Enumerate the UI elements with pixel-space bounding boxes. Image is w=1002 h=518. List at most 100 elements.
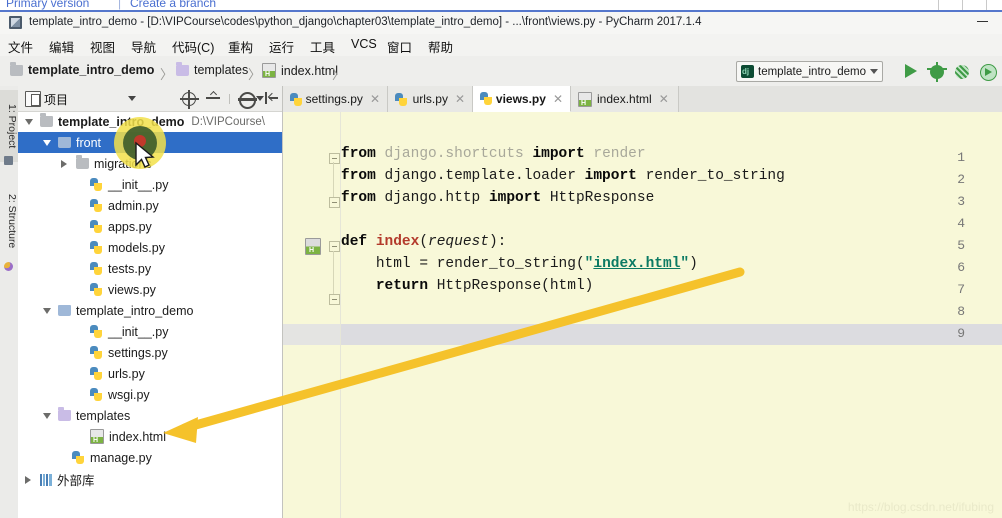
tree-item-tests-py[interactable]: tests.py (18, 258, 282, 279)
fold-marker-function[interactable] (329, 241, 340, 252)
html-file-icon (262, 63, 276, 78)
menu-item-code[interactable]: 代码(C) (172, 37, 214, 56)
tree-item-label: urls.py (108, 366, 145, 381)
coverage-icon (955, 65, 969, 79)
tree-item-external-libraries[interactable]: 外部库 (18, 469, 282, 490)
close-icon[interactable]: ✕ (370, 92, 380, 106)
tree-item-front[interactable]: front (18, 132, 282, 153)
python-file-icon (90, 367, 103, 380)
chevron-down-icon (870, 69, 879, 74)
menu-item-vcs[interactable]: VCS (351, 37, 377, 51)
tree-item-manage-py[interactable]: manage.py (18, 447, 282, 468)
tree-item-migrations[interactable]: migrations (18, 153, 282, 174)
fold-marker-imports[interactable] (329, 153, 340, 164)
chevron-down-icon[interactable] (43, 307, 51, 314)
menu-item-tools[interactable]: 工具 (310, 37, 335, 56)
settings-button[interactable] (238, 91, 257, 109)
tree-item-models-py[interactable]: models.py (18, 237, 282, 258)
tree-item-label: __init__.py (108, 177, 169, 192)
tab-index-html[interactable]: index.html ✕ (571, 86, 679, 112)
tree-item-admin-py[interactable]: admin.py (18, 195, 282, 216)
minimize-button[interactable] (977, 21, 988, 22)
close-icon[interactable]: ✕ (455, 92, 465, 106)
menu-item-edit[interactable]: 编辑 (49, 37, 74, 56)
coverage-button[interactable] (954, 63, 971, 80)
code-editor[interactable]: 1 2 3 4 5 6 7 8 9 from django.shortcuts … (283, 112, 1002, 518)
browser-strip-right-text[interactable]: Create a branch (130, 0, 216, 10)
chevron-down-icon[interactable] (43, 139, 51, 146)
tab-views-py[interactable]: views.py ✕ (473, 86, 571, 112)
target-icon (180, 90, 199, 109)
code-line-7: return HttpResponse(html) (375, 278, 594, 294)
chevron-down-icon[interactable] (128, 96, 136, 101)
code-text-area[interactable]: from django.shortcuts import render from… (341, 112, 1002, 518)
tree-item-templates[interactable]: templates (18, 405, 282, 426)
breadcrumb-item-index-html[interactable]: index.html (262, 63, 338, 78)
sidebar-item-structure[interactable]: 2: Structure (0, 178, 18, 264)
debug-button[interactable] (927, 62, 947, 82)
scroll-from-source-button[interactable] (180, 90, 199, 109)
tab-label: settings.py (305, 92, 363, 106)
html-template-marker-icon[interactable] (305, 238, 321, 255)
templates-folder-icon (58, 407, 71, 421)
tree-item-label: tests.py (108, 261, 152, 276)
tree-item-template-intro-demo-pkg[interactable]: template_intro_demo (18, 300, 282, 321)
menu-item-run[interactable]: 运行 (269, 37, 294, 56)
breadcrumb-item-project[interactable]: template_intro_demo (10, 61, 154, 77)
project-tree[interactable]: template_intro_demo D:\VIPCourse\ front … (18, 111, 282, 518)
browser-strip: Primary version | Create a branch (0, 0, 1002, 12)
menu-bar: 文件 编辑 视图 导航 代码(C) 重构 运行 工具 VCS 窗口 帮助 (0, 34, 1002, 57)
browser-strip-left-text[interactable]: Primary version (6, 0, 89, 10)
chevron-right-icon[interactable] (25, 475, 31, 484)
menu-item-window[interactable]: 窗口 (387, 37, 412, 56)
tool-window-bar-left: 1: Project 2: Structure (0, 86, 19, 518)
fold-marker-imports-end[interactable] (329, 197, 340, 208)
fold-marker-function-end[interactable] (329, 294, 340, 305)
breadcrumb-label: templates (194, 63, 249, 77)
editor-tab-bar: settings.py ✕ urls.py ✕ views.py ✕ index… (283, 86, 1002, 113)
hide-icon (265, 91, 279, 105)
tree-item-label: views.py (108, 282, 156, 297)
run-button[interactable] (903, 63, 920, 80)
code-line-5: def index(request): (341, 234, 507, 250)
menu-item-view[interactable]: 视图 (90, 37, 115, 56)
close-icon[interactable]: ✕ (553, 92, 563, 106)
menu-item-help[interactable]: 帮助 (428, 37, 453, 56)
module-folder-icon (58, 137, 71, 148)
chevron-down-icon[interactable] (43, 412, 51, 419)
tree-item-settings-py[interactable]: settings.py (18, 342, 282, 363)
watermark: https://blog.csdn.net/ifubing (847, 500, 994, 514)
sidebar-item-project[interactable]: 1: Project (0, 90, 19, 162)
project-panel-title: 项目 (44, 93, 69, 107)
tab-settings-py[interactable]: settings.py ✕ (283, 86, 388, 112)
menu-item-file[interactable]: 文件 (8, 37, 33, 56)
menu-item-navigate[interactable]: 导航 (131, 37, 156, 56)
tree-item-urls-py[interactable]: urls.py (18, 363, 282, 384)
tree-item-apps-py[interactable]: apps.py (18, 216, 282, 237)
collapse-all-button[interactable] (206, 91, 221, 106)
tree-item-index-html[interactable]: index.html (18, 426, 282, 447)
tree-item-template-intro-demo-root[interactable]: template_intro_demo D:\VIPCourse\ (18, 111, 282, 132)
python-file-icon (90, 388, 103, 401)
code-line-3: from django.http import HttpResponse (341, 190, 655, 206)
browser-strip-separator: | (118, 0, 122, 10)
chevron-right-icon[interactable] (61, 159, 67, 168)
tree-item-front-init[interactable]: __init__.py (18, 174, 282, 195)
tab-urls-py[interactable]: urls.py ✕ (388, 86, 473, 112)
chevron-down-icon[interactable] (25, 118, 33, 125)
tree-item-views-py[interactable]: views.py (18, 279, 282, 300)
breadcrumb-item-templates[interactable]: templates (176, 61, 249, 77)
tree-item-label: models.py (108, 240, 165, 255)
tree-item-pkg-init[interactable]: __init__.py (18, 321, 282, 342)
profile-button[interactable] (979, 63, 997, 81)
python-file-icon (90, 241, 103, 254)
tree-item-label: apps.py (108, 219, 152, 234)
close-icon[interactable]: ✕ (659, 92, 669, 106)
settings-chevron-icon[interactable] (256, 96, 264, 101)
collapse-all-icon (206, 91, 220, 105)
folder-icon (76, 155, 89, 169)
run-configuration-selector[interactable]: template_intro_demo (736, 61, 884, 82)
tree-item-wsgi-py[interactable]: wsgi.py (18, 384, 282, 405)
hide-panel-button[interactable] (265, 91, 280, 106)
menu-item-refactor[interactable]: 重构 (228, 37, 253, 56)
